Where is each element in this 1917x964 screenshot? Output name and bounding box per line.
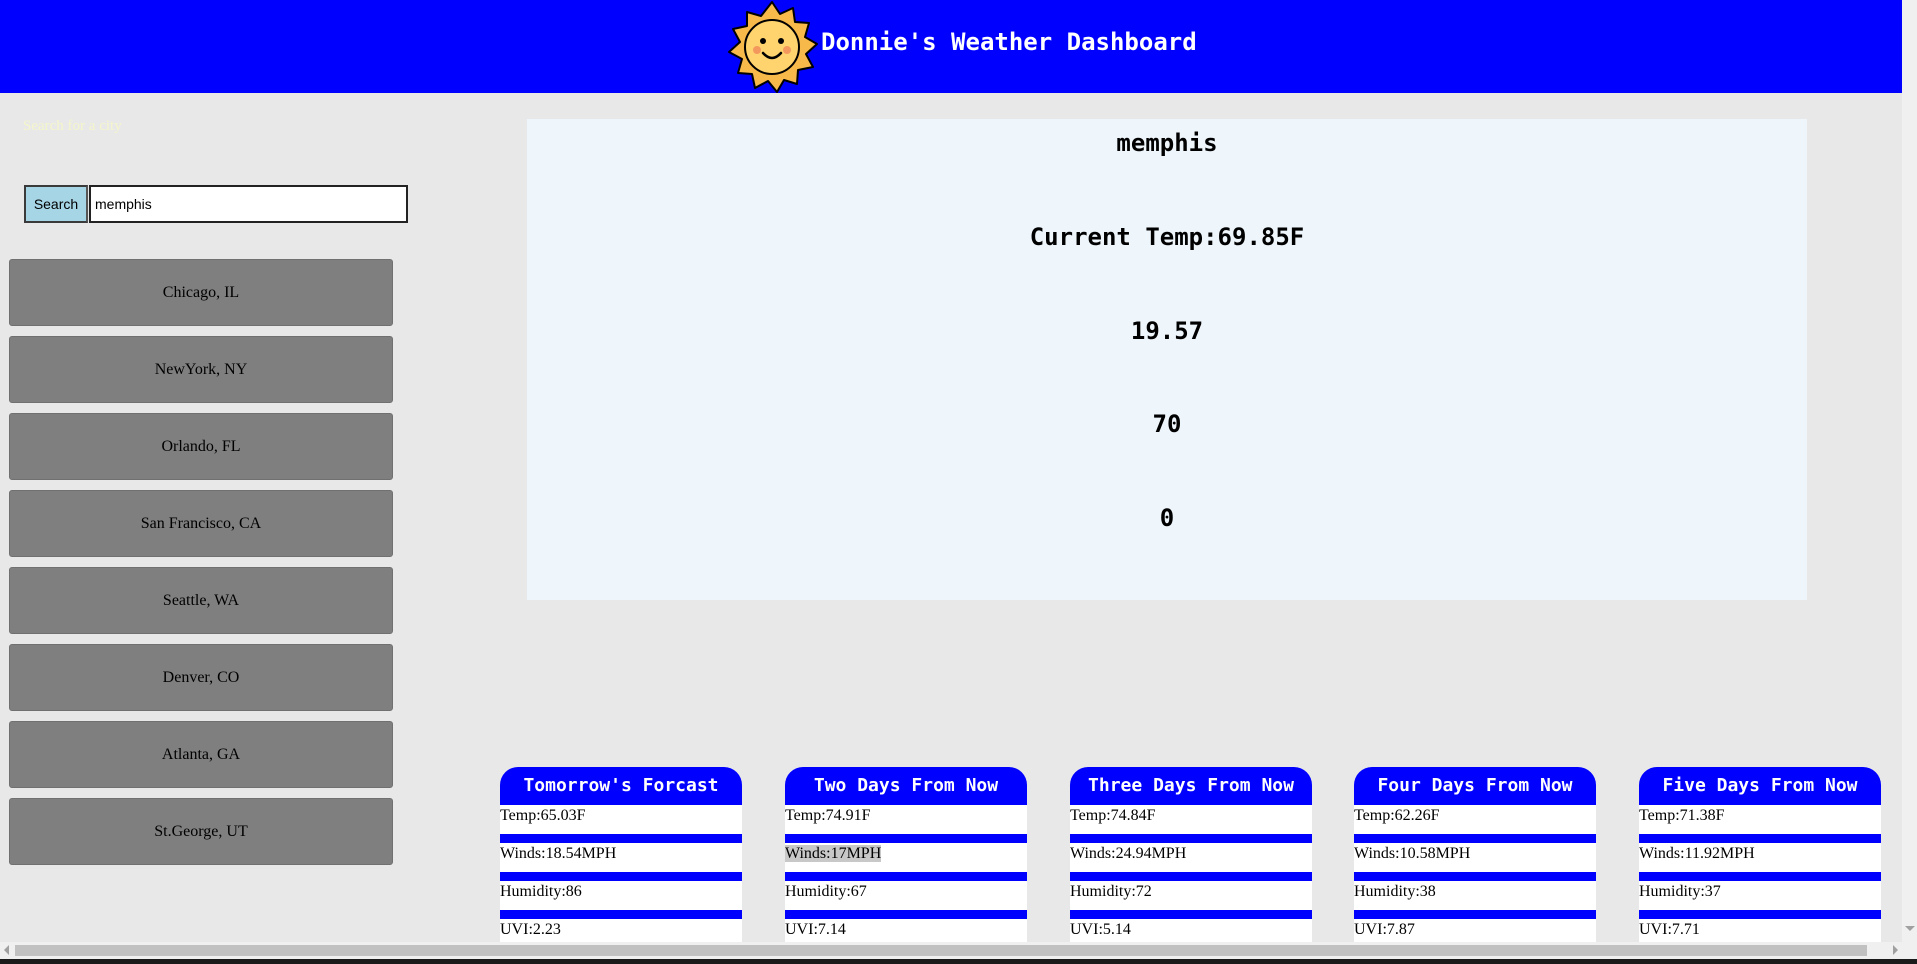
horizontal-scrollbar[interactable] — [0, 942, 1902, 959]
forecast-title: Four Days From Now — [1354, 767, 1596, 805]
forecast-temp: Temp:65.03F — [500, 805, 742, 843]
vertical-scrollbar[interactable] — [1902, 0, 1917, 959]
forecast-temp: Temp:71.38F — [1639, 805, 1881, 843]
forecast-card-day-4: Four Days From Now Temp:62.26F Winds:10.… — [1354, 767, 1596, 942]
forecast-title: Two Days From Now — [785, 767, 1027, 805]
search-input[interactable] — [89, 185, 408, 223]
city-history-list: Chicago, IL NewYork, NY Orlando, FL San … — [9, 259, 393, 875]
forecast-humidity: Humidity:38 — [1354, 881, 1596, 919]
horizontal-scroll-thumb[interactable] — [15, 945, 1867, 956]
weather-dashboard-page: Donnie's Weather Dashboard Search for a … — [0, 0, 1917, 964]
current-wind: 19.57 — [1130, 317, 1204, 345]
city-button-orlando[interactable]: Orlando, FL — [9, 413, 393, 480]
smiling-sun-icon — [728, 1, 818, 93]
scroll-left-arrow-icon[interactable] — [4, 945, 9, 955]
forecast-uvi: UVI:7.71 — [1639, 919, 1881, 942]
page-title: Donnie's Weather Dashboard — [821, 28, 1197, 56]
forecast-winds: Winds:10.58MPH — [1354, 843, 1596, 881]
forecast-humidity: Humidity:72 — [1070, 881, 1312, 919]
current-weather-panel: memphis Current Temp:69.85F 19.57 70 0 — [527, 119, 1807, 600]
header-bar: Donnie's Weather Dashboard — [0, 0, 1902, 93]
forecast-winds-row: Winds:17MPH — [785, 843, 1027, 881]
forecast-humidity: Humidity:86 — [500, 881, 742, 919]
current-uvi: 0 — [1159, 504, 1175, 532]
city-button-denver[interactable]: Denver, CO — [9, 644, 393, 711]
forecast-card-day-1: Tomorrow's Forcast Temp:65.03F Winds:18.… — [500, 767, 742, 942]
current-temp: Current Temp:69.85F — [1029, 223, 1305, 251]
forecast-title: Tomorrow's Forcast — [500, 767, 742, 805]
forecast-uvi: UVI:5.14 — [1070, 919, 1312, 942]
city-button-san-francisco[interactable]: San Francisco, CA — [9, 490, 393, 557]
forecast-temp: Temp:74.84F — [1070, 805, 1312, 843]
forecast-winds: Winds:24.94MPH — [1070, 843, 1312, 881]
forecast-uvi: UVI:7.14 — [785, 919, 1027, 942]
scroll-down-arrow-icon[interactable] — [1905, 926, 1915, 931]
forecast-temp: Temp:74.91F — [785, 805, 1027, 843]
forecast-uvi: UVI:7.87 — [1354, 919, 1596, 942]
forecast-winds: Winds:11.92MPH — [1639, 843, 1881, 881]
scroll-right-arrow-icon[interactable] — [1893, 945, 1898, 955]
forecast-humidity: Humidity:37 — [1639, 881, 1881, 919]
current-humidity: 70 — [1152, 410, 1182, 438]
city-button-atlanta[interactable]: Atlanta, GA — [9, 721, 393, 788]
city-button-st-george[interactable]: St.George, UT — [9, 798, 393, 865]
forecast-card-day-5: Five Days From Now Temp:71.38F Winds:11.… — [1639, 767, 1881, 942]
forecast-temp: Temp:62.26F — [1354, 805, 1596, 843]
forecast-uvi: UVI:2.23 — [500, 919, 742, 942]
current-city-name: memphis — [1116, 129, 1218, 157]
forecast-card-day-3: Three Days From Now Temp:74.84F Winds:24… — [1070, 767, 1312, 942]
forecast-title: Five Days From Now — [1639, 767, 1881, 805]
forecast-winds: Winds:17MPH — [785, 845, 882, 862]
city-button-newyork[interactable]: NewYork, NY — [9, 336, 393, 403]
search-button[interactable]: Search — [24, 185, 88, 223]
city-button-seattle[interactable]: Seattle, WA — [9, 567, 393, 634]
search-label: Search for a city — [23, 118, 122, 134]
window-bottom-edge — [0, 959, 1917, 964]
forecast-card-day-2: Two Days From Now Temp:74.91F Winds:17MP… — [785, 767, 1027, 942]
forecast-humidity: Humidity:67 — [785, 881, 1027, 919]
city-button-chicago[interactable]: Chicago, IL — [9, 259, 393, 326]
forecast-title: Three Days From Now — [1070, 767, 1312, 805]
forecast-winds: Winds:18.54MPH — [500, 843, 742, 881]
